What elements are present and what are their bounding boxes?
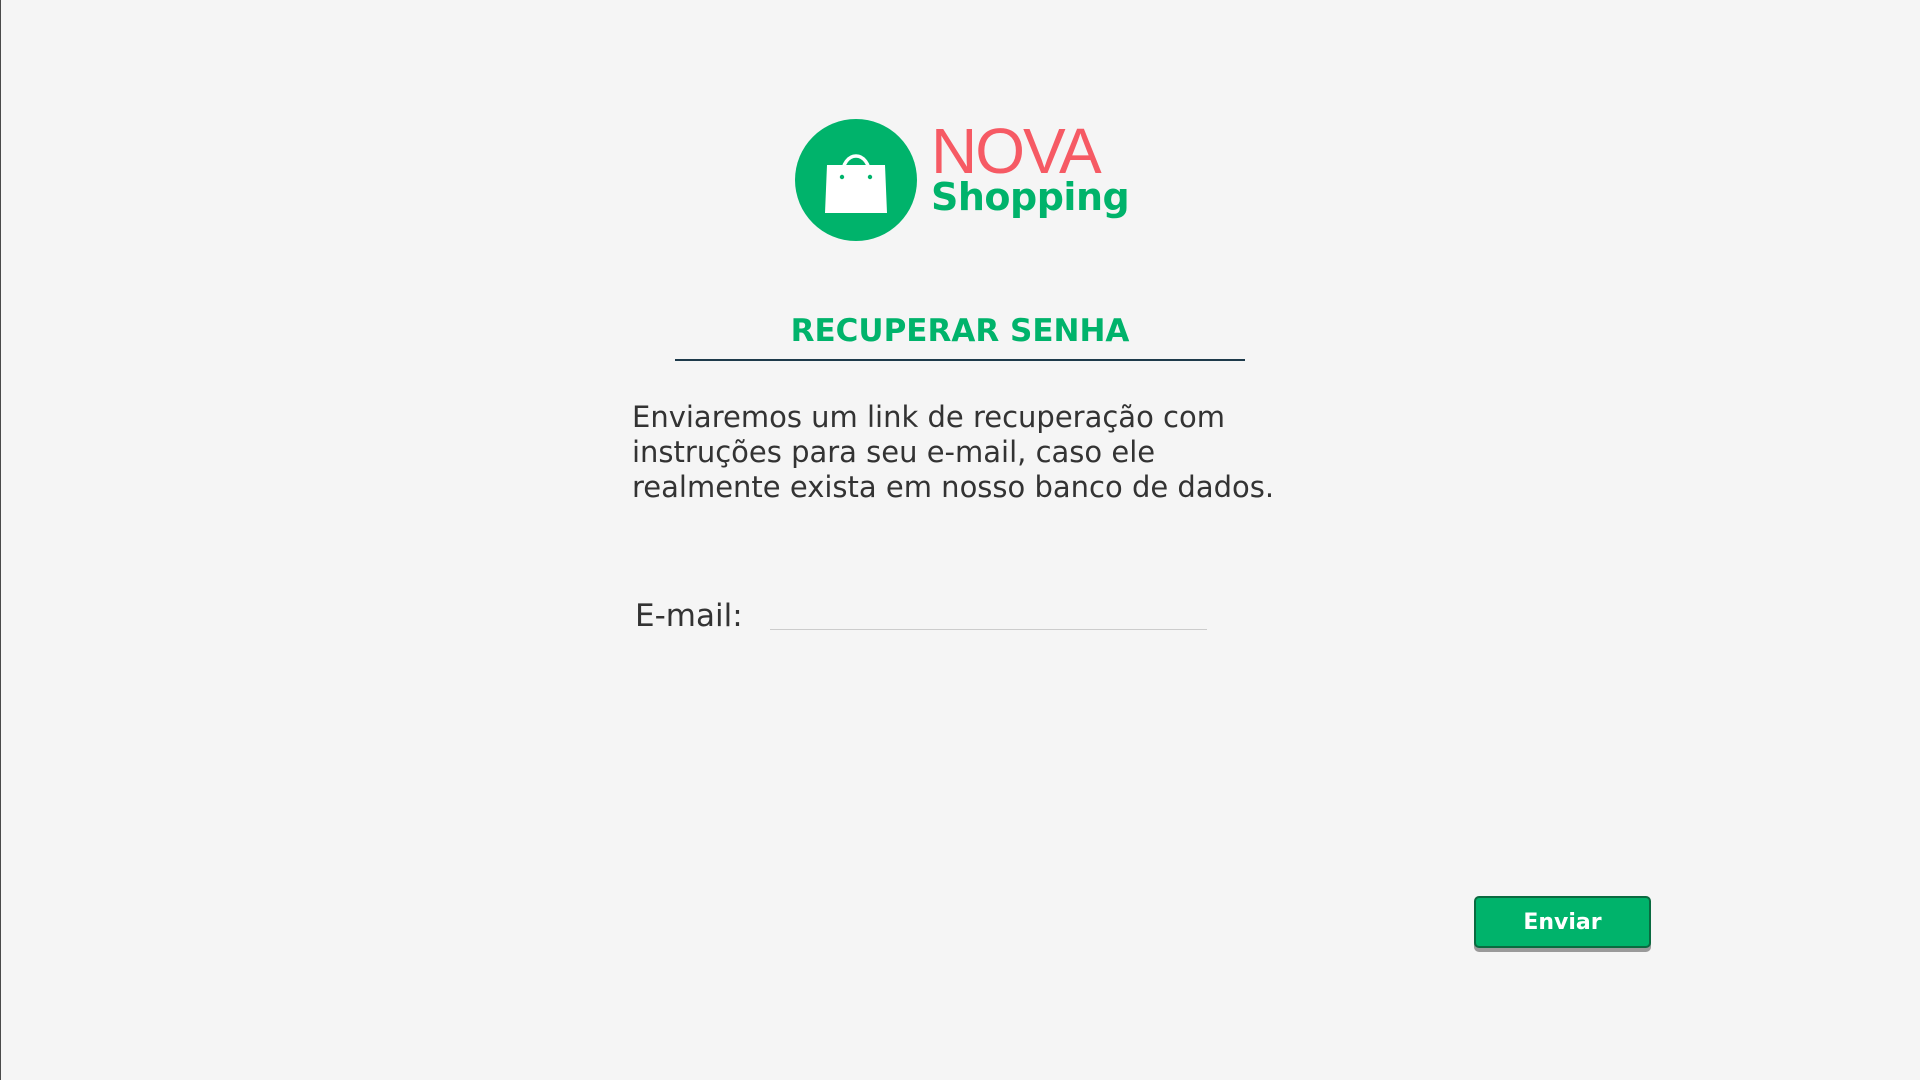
email-field[interactable]	[770, 590, 1207, 630]
logo-circle	[795, 119, 917, 241]
send-button[interactable]: Enviar	[1474, 896, 1651, 948]
window-border	[0, 0, 1, 1080]
shopping-bag-icon	[825, 154, 887, 213]
title-divider	[675, 359, 1245, 361]
brand-logo: NOVA Shopping	[795, 119, 1135, 243]
instructions-text: Enviaremos um link de recuperação com in…	[632, 400, 1275, 504]
logo-wordmark-shopping: Shopping	[931, 175, 1130, 219]
page-title: RECUPERAR SENHA	[790, 313, 1130, 349]
email-label: E-mail:	[635, 598, 743, 634]
